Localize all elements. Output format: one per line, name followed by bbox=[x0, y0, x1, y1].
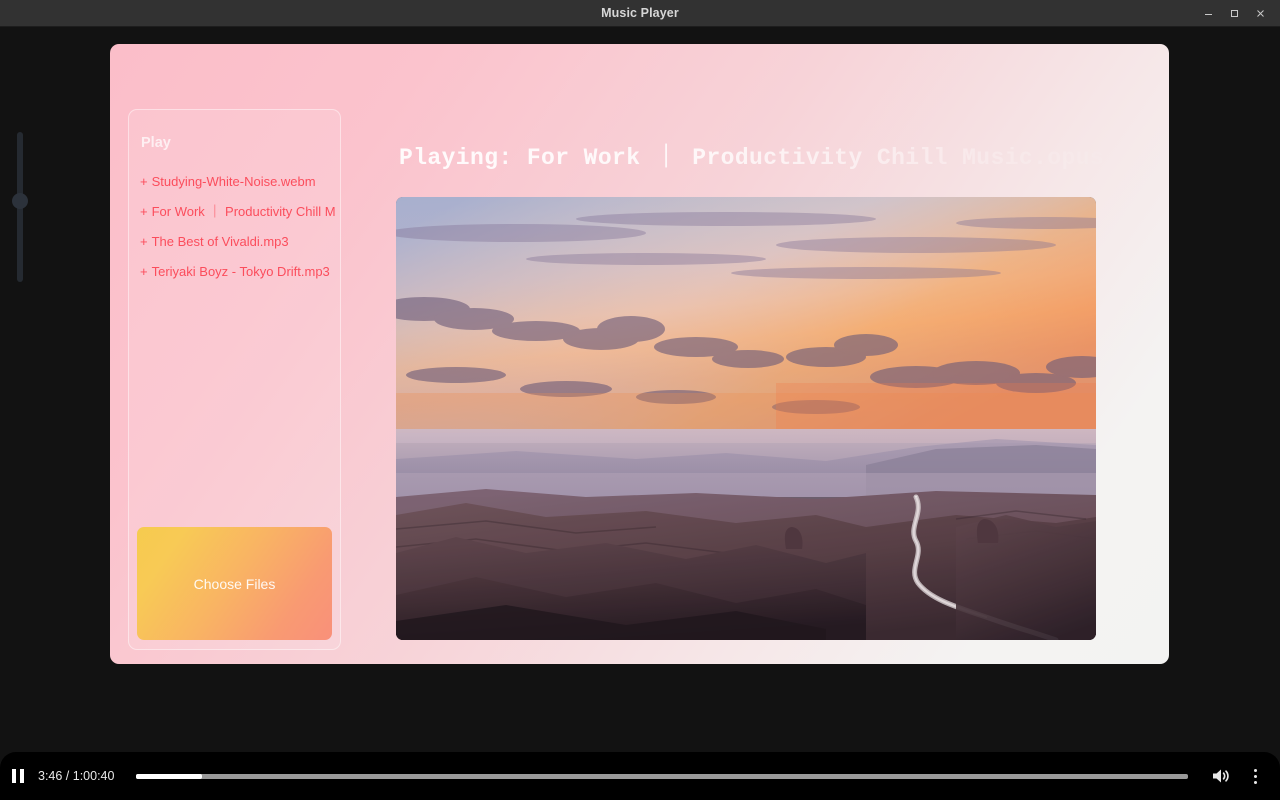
time-display: 3:46 / 1:00:40 bbox=[38, 769, 115, 783]
more-vertical-icon[interactable] bbox=[1238, 752, 1272, 800]
page-viewport: Play + Studying-White-Noise.webm + For Wor… bbox=[0, 27, 1280, 800]
list-item[interactable]: + For Work ｜ Productivity Chill Musi bbox=[134, 196, 336, 226]
slider-thumb[interactable] bbox=[12, 193, 28, 209]
list-item-label: Studying-White-Noise.webm bbox=[151, 173, 316, 189]
vertical-slider[interactable] bbox=[12, 132, 28, 282]
playlist-panel: Play + Studying-White-Noise.webm + For Wor… bbox=[128, 109, 341, 650]
menu-dot bbox=[1253, 768, 1257, 772]
progress-slider[interactable] bbox=[136, 773, 1188, 779]
list-item[interactable]: + Teriyaki Boyz - Tokyo Drift.mp3 bbox=[134, 256, 336, 286]
window-controls bbox=[1196, 0, 1272, 27]
now-playing-title: Playing: For Work ｜ Productivity Chill M… bbox=[399, 145, 1105, 171]
window-title: Music Player bbox=[601, 6, 679, 20]
player-card: Play + Studying-White-Noise.webm + For Wor… bbox=[110, 44, 1169, 664]
minimize-icon[interactable] bbox=[1196, 3, 1220, 25]
list-item-label: Teriyaki Boyz - Tokyo Drift.mp3 bbox=[151, 263, 330, 279]
list-item[interactable]: + The Best of Vivaldi.mp3 bbox=[134, 226, 336, 256]
add-icon: + bbox=[140, 233, 148, 249]
add-icon: + bbox=[140, 173, 148, 189]
maximize-icon[interactable] bbox=[1222, 3, 1246, 25]
close-icon[interactable] bbox=[1248, 3, 1272, 25]
window-titlebar: Music Player bbox=[0, 0, 1280, 27]
add-icon: + bbox=[140, 203, 148, 219]
menu-dot bbox=[1253, 780, 1257, 784]
progress-fill bbox=[136, 773, 202, 779]
list-item-label: The Best of Vivaldi.mp3 bbox=[151, 233, 289, 249]
choose-files-button[interactable]: Choose Files bbox=[137, 527, 332, 640]
list-item[interactable]: + Studying-White-Noise.webm bbox=[134, 166, 336, 196]
progress-track[interactable] bbox=[136, 773, 1188, 779]
playlist-items: + Studying-White-Noise.webm + For Work ｜ P… bbox=[134, 166, 336, 286]
list-item-label: For Work ｜ Productivity Chill Musi bbox=[151, 203, 336, 219]
playlist-heading: Play bbox=[141, 135, 171, 151]
add-icon: + bbox=[140, 263, 148, 279]
volume-high-icon[interactable] bbox=[1204, 752, 1238, 800]
menu-dot bbox=[1253, 774, 1257, 778]
media-control-bar: 3:46 / 1:00:40 bbox=[0, 752, 1280, 800]
artwork-image[interactable] bbox=[396, 197, 1096, 640]
pause-icon[interactable] bbox=[0, 752, 36, 800]
